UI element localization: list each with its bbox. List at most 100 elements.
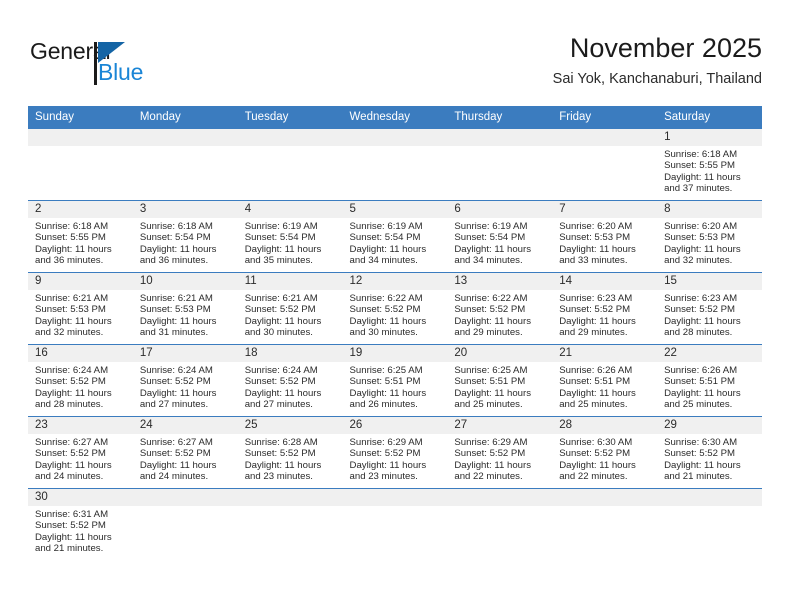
calendar-day-cell[interactable]: 5 Sunrise: 6:19 AM Sunset: 5:54 PM Daylight… [342,200,448,273]
calendar-day-cell[interactable]: 28 Sunrise: 6:30 AM Sunset: 5:52 PM Dayligh… [552,416,658,489]
calendar-day-cell[interactable]: 17 Sunrise: 6:24 AM Sunset: 5:52 PM Dayligh… [132,344,238,417]
day-number [342,488,448,506]
day-detail-line: Daylight: 11 hours [139,243,217,255]
day-number [237,488,343,506]
day-detail-line: Daylight: 11 hours [35,243,112,255]
day-detail-line: Sunrise: 6:21 AM [35,292,109,304]
calendar-day-cell-empty [132,128,238,201]
day-detail-line: and 32 minutes. [664,255,733,267]
calendar-day-cell[interactable]: 27 Sunrise: 6:29 AM Sunset: 5:52 PM Dayligh… [447,416,553,489]
day-detail-line: and 31 minutes. [139,327,209,339]
day-detail-line: Daylight: 11 hours [664,243,741,255]
calendar-day-cell[interactable]: 21 Sunrise: 6:26 AM Sunset: 5:51 PM Dayligh… [552,344,658,417]
day-detail-line: Sunset: 5:52 PM [139,448,211,460]
weekday-header-thursday: Thursday [447,106,553,129]
day-detail-line: Sunrise: 6:23 AM [559,292,633,304]
day-detail-block: Sunrise: 6:24 AM Sunset: 5:52 PM Daylight:… [28,362,133,411]
day-detail-block [133,506,238,509]
calendar-day-cell-empty [342,128,448,201]
day-number [447,128,553,146]
day-number: 28 [552,416,658,434]
calendar-day-cell[interactable]: 9 Sunrise: 6:21 AM Sunset: 5:53 PM Daylight… [28,272,133,345]
calendar-day-cell[interactable]: 16 Sunrise: 6:24 AM Sunset: 5:52 PM Dayligh… [28,344,133,417]
calendar-day-cell[interactable]: 3 Sunrise: 6:18 AM Sunset: 5:54 PM Daylight… [132,200,238,273]
calendar-day-cell[interactable]: 13 Sunrise: 6:22 AM Sunset: 5:52 PM Dayligh… [447,272,553,345]
day-number: 19 [342,344,448,362]
day-detail-line: Daylight: 11 hours [664,171,741,183]
day-number: 16 [28,344,133,362]
day-detail-line: Sunrise: 6:18 AM [35,220,109,232]
day-detail-line: Sunset: 5:52 PM [559,304,631,316]
calendar-day-cell[interactable]: 12 Sunrise: 6:22 AM Sunset: 5:52 PM Dayligh… [342,272,448,345]
calendar-day-cell[interactable]: 4 Sunrise: 6:19 AM Sunset: 5:54 PM Daylight… [237,200,343,273]
day-detail-line: Sunset: 5:52 PM [559,448,631,460]
general-blue-logo[interactable]: General Blue [30,40,230,92]
day-detail-line: Sunrise: 6:29 AM [454,436,528,448]
day-number: 15 [657,272,762,290]
day-detail-line: Sunset: 5:53 PM [139,304,211,316]
calendar-day-cell[interactable]: 26 Sunrise: 6:29 AM Sunset: 5:52 PM Dayligh… [342,416,448,489]
calendar-day-cell[interactable]: 20 Sunrise: 6:25 AM Sunset: 5:51 PM Dayligh… [447,344,553,417]
day-detail-line: and 21 minutes. [664,471,733,483]
calendar-day-cell[interactable]: 24 Sunrise: 6:27 AM Sunset: 5:52 PM Dayligh… [132,416,238,489]
calendar-day-cell[interactable]: 7 Sunrise: 6:20 AM Sunset: 5:53 PM Daylight… [552,200,658,273]
title-block: November 2025 Sai Yok, Kanchanaburi, Tha… [553,33,762,87]
calendar-day-cell[interactable]: 19 Sunrise: 6:25 AM Sunset: 5:51 PM Dayligh… [342,344,448,417]
day-detail-block: Sunrise: 6:20 AM Sunset: 5:53 PM Daylight:… [552,218,657,267]
day-detail-block [133,146,238,149]
day-number: 29 [657,416,762,434]
day-detail-block: Sunrise: 6:18 AM Sunset: 5:55 PM Daylight:… [657,146,762,195]
calendar-day-cell[interactable]: 14 Sunrise: 6:23 AM Sunset: 5:52 PM Dayligh… [552,272,658,345]
day-number: 17 [132,344,238,362]
logo-bar-decoration [94,42,97,85]
calendar-day-cell-empty [28,128,133,201]
calendar-day-cell-empty [237,488,343,560]
calendar-day-cell[interactable]: 23 Sunrise: 6:27 AM Sunset: 5:52 PM Dayligh… [28,416,133,489]
day-detail-line: Daylight: 11 hours [559,387,636,399]
day-number [552,128,658,146]
day-detail-line: Sunrise: 6:27 AM [35,436,109,448]
calendar-day-cell[interactable]: 29 Sunrise: 6:30 AM Sunset: 5:52 PM Dayligh… [657,416,762,489]
day-detail-block: Sunrise: 6:30 AM Sunset: 5:52 PM Daylight:… [552,434,657,483]
day-detail-line: Sunrise: 6:29 AM [349,436,423,448]
day-detail-line: Daylight: 11 hours [35,459,112,471]
day-detail-line: and 29 minutes. [559,327,628,339]
calendar-day-cell[interactable]: 11 Sunrise: 6:21 AM Sunset: 5:52 PM Dayligh… [237,272,343,345]
day-number: 2 [28,200,133,218]
day-detail-block [552,146,657,149]
day-number: 4 [237,200,343,218]
day-detail-line: Sunset: 5:52 PM [244,376,316,388]
day-detail-line: Sunrise: 6:21 AM [139,292,213,304]
calendar-container: Sunday Monday Tuesday Wednesday Thursday Frid… [28,106,762,560]
day-detail-line: Sunset: 5:52 PM [244,448,316,460]
calendar-day-cell[interactable]: 15 Sunrise: 6:23 AM Sunset: 5:52 PM Dayligh… [657,272,762,345]
weekday-header-wednesday: Wednesday [342,106,448,129]
calendar-day-cell[interactable]: 30 Sunrise: 6:31 AM Sunset: 5:52 PM Dayligh… [28,488,133,560]
day-detail-line: and 25 minutes. [454,399,523,411]
calendar-day-cell[interactable]: 2 Sunrise: 6:18 AM Sunset: 5:55 PM Daylight… [28,200,133,273]
day-number: 30 [28,488,133,506]
calendar-day-cell[interactable]: 18 Sunrise: 6:24 AM Sunset: 5:52 PM Dayligh… [237,344,343,417]
day-detail-line: and 22 minutes. [559,471,628,483]
calendar-day-cell[interactable]: 6 Sunrise: 6:19 AM Sunset: 5:54 PM Daylight… [447,200,553,273]
calendar-day-cell[interactable]: 25 Sunrise: 6:28 AM Sunset: 5:52 PM Dayligh… [237,416,343,489]
day-detail-block: Sunrise: 6:23 AM Sunset: 5:52 PM Daylight:… [552,290,657,339]
day-detail-block [28,146,133,149]
calendar-page: General Blue November 2025 Sai Yok, Kanc… [0,0,792,612]
day-detail-line: Daylight: 11 hours [349,315,427,327]
calendar-day-cell-empty [657,488,762,560]
calendar-week-row: 30 Sunrise: 6:31 AM Sunset: 5:52 PM Dayligh… [28,488,762,560]
day-detail-line: Sunset: 5:52 PM [454,304,526,316]
day-detail-line: Sunset: 5:52 PM [35,520,106,532]
day-detail-line: Sunrise: 6:22 AM [349,292,423,304]
calendar-day-cell[interactable]: 10 Sunrise: 6:21 AM Sunset: 5:53 PM Dayligh… [132,272,238,345]
calendar-day-cell[interactable]: 8 Sunrise: 6:20 AM Sunset: 5:53 PM Daylight… [657,200,762,273]
day-detail-block: Sunrise: 6:21 AM Sunset: 5:52 PM Daylight:… [238,290,343,339]
calendar-day-cell[interactable]: 22 Sunrise: 6:26 AM Sunset: 5:51 PM Dayligh… [657,344,762,417]
calendar-day-cell[interactable]: 1 Sunrise: 6:18 AM Sunset: 5:55 PM Daylight… [657,128,762,201]
day-detail-line: Sunset: 5:51 PM [664,376,735,388]
day-detail-line: Sunset: 5:52 PM [664,448,735,460]
day-detail-block: Sunrise: 6:27 AM Sunset: 5:52 PM Daylight:… [28,434,133,483]
day-detail-line: Daylight: 11 hours [244,387,322,399]
day-detail-line: Sunset: 5:52 PM [454,448,526,460]
